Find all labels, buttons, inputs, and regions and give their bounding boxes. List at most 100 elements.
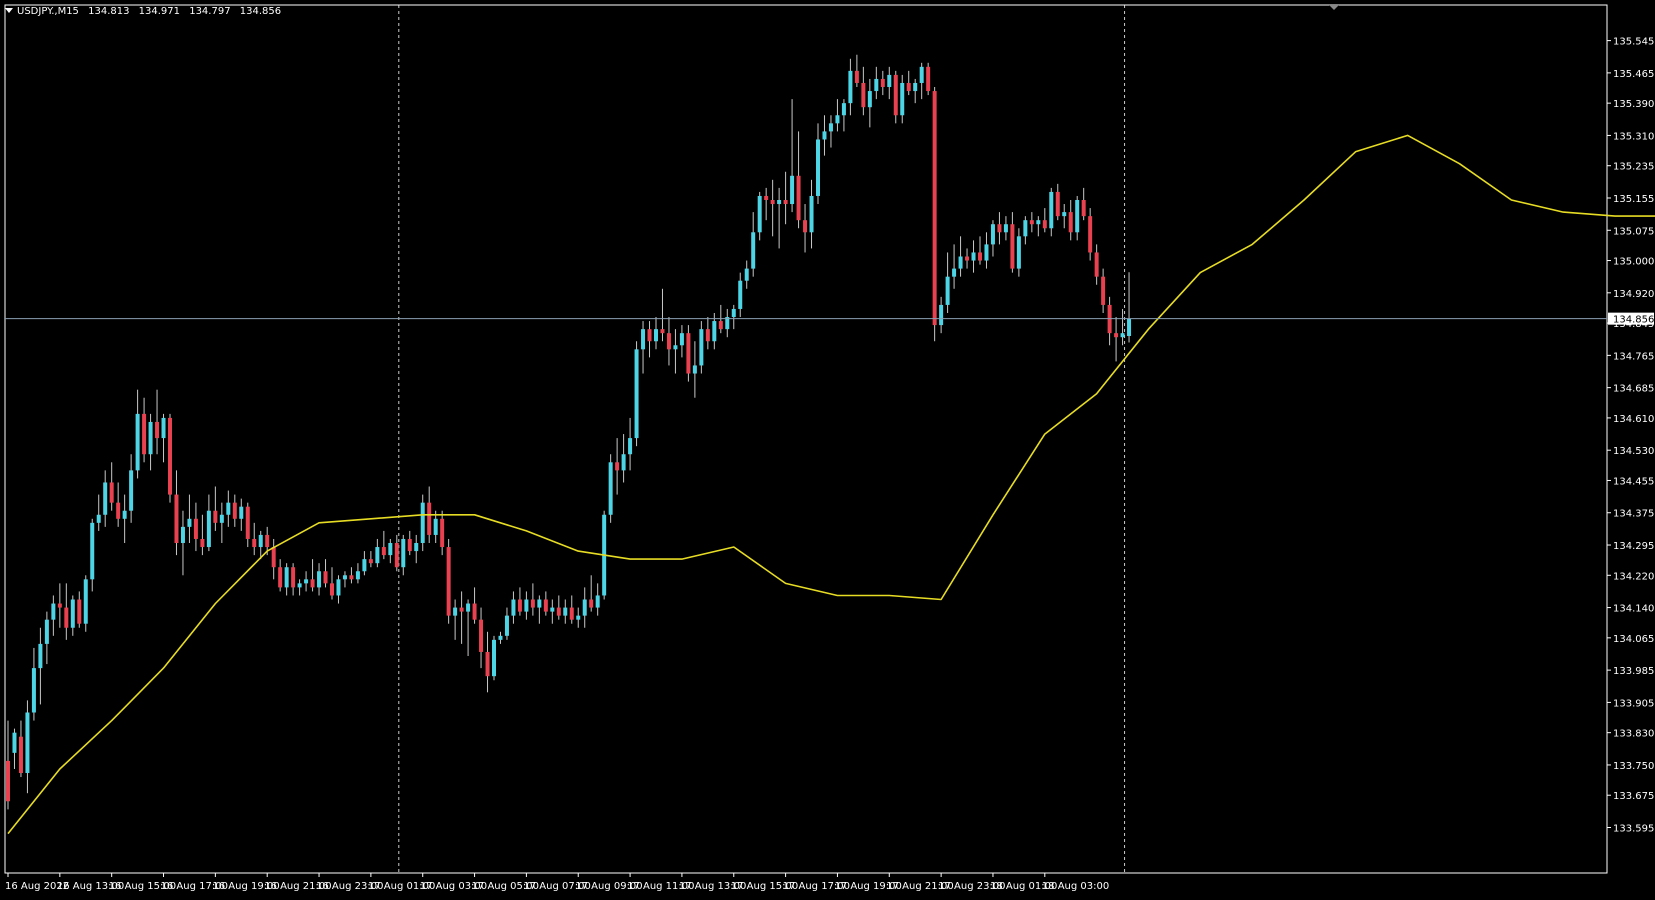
candle-body bbox=[64, 607, 69, 628]
candle-body bbox=[187, 518, 192, 527]
price-tick-label: 135.465 bbox=[1613, 69, 1654, 80]
candle-body bbox=[790, 175, 795, 205]
price-tick-label: 134.295 bbox=[1613, 541, 1654, 552]
candle-body bbox=[148, 421, 153, 455]
candle-body bbox=[427, 502, 432, 535]
candle-body bbox=[939, 304, 944, 326]
candle-body bbox=[641, 329, 646, 350]
candle-body bbox=[1023, 220, 1028, 237]
candle-body bbox=[705, 329, 710, 342]
candle-body bbox=[226, 502, 231, 515]
candle-body bbox=[848, 70, 853, 104]
candle-body bbox=[232, 502, 237, 519]
candle-body bbox=[330, 583, 334, 596]
candle-body bbox=[342, 575, 347, 580]
candle-body bbox=[647, 329, 652, 342]
candle-body bbox=[57, 603, 62, 608]
candle-body bbox=[550, 607, 555, 612]
candle-body bbox=[1010, 224, 1015, 269]
candle-body bbox=[511, 599, 516, 616]
candle-body bbox=[459, 607, 464, 612]
high-price: 134.971 bbox=[138, 6, 181, 17]
candle-body bbox=[563, 607, 568, 616]
candle-body bbox=[731, 308, 736, 318]
candle-body bbox=[25, 712, 30, 774]
price-tick-label: 134.685 bbox=[1613, 384, 1654, 395]
candle-body bbox=[1094, 252, 1099, 277]
price-tick-label: 134.765 bbox=[1613, 351, 1654, 362]
candle-body bbox=[952, 268, 957, 277]
candle-body bbox=[932, 91, 937, 326]
collapse-arrow-icon[interactable] bbox=[5, 8, 13, 13]
candle-body bbox=[213, 510, 218, 523]
candle-body bbox=[1029, 220, 1034, 225]
candle-body bbox=[556, 607, 561, 616]
candle-body bbox=[258, 534, 263, 548]
chart-shift-marker[interactable] bbox=[1329, 5, 1339, 10]
candle-body bbox=[744, 268, 749, 281]
candle-body bbox=[543, 599, 548, 612]
candle-body bbox=[854, 70, 859, 83]
candle-body bbox=[634, 349, 639, 439]
candle-body bbox=[990, 224, 995, 245]
candle-body bbox=[841, 103, 846, 116]
candle-body bbox=[777, 200, 782, 205]
candle-body bbox=[174, 494, 179, 544]
candle-body bbox=[1042, 220, 1047, 229]
chart-window[interactable]: 135.545 135.465 135.390 135.310 135.235 135.1… bbox=[0, 0, 1655, 900]
candle-body bbox=[589, 599, 594, 608]
candle-body bbox=[679, 333, 684, 346]
time-tick-label: 18 Aug 03:00 bbox=[1042, 881, 1109, 892]
candle-body bbox=[1101, 276, 1106, 305]
candle-body bbox=[1088, 216, 1093, 253]
candle-body bbox=[446, 547, 451, 616]
candle-body bbox=[712, 321, 717, 342]
candle-body bbox=[433, 518, 438, 535]
price-tick-label: 134.220 bbox=[1613, 571, 1654, 582]
candle-body bbox=[317, 571, 322, 588]
candle-body bbox=[155, 421, 160, 439]
candle-body bbox=[1016, 236, 1021, 269]
candle-body bbox=[958, 256, 963, 269]
candle-body bbox=[595, 595, 600, 608]
candle-body bbox=[1055, 191, 1060, 217]
price-tick-label: 133.905 bbox=[1613, 698, 1654, 709]
candle-body bbox=[161, 417, 166, 439]
price-tick-label: 135.545 bbox=[1613, 37, 1654, 48]
candle-body bbox=[965, 256, 970, 261]
candle-body bbox=[1036, 220, 1041, 225]
candle-body bbox=[466, 603, 471, 612]
price-tick-label: 134.530 bbox=[1613, 446, 1654, 457]
plot-frame bbox=[4, 4, 1608, 874]
candle-body bbox=[12, 732, 17, 753]
candle-body bbox=[803, 220, 808, 233]
price-tick-label: 134.610 bbox=[1613, 414, 1654, 425]
candle-body bbox=[388, 543, 393, 556]
candle-body bbox=[757, 195, 762, 233]
candle-body bbox=[472, 603, 477, 620]
price-chart[interactable]: 135.545 135.465 135.390 135.310 135.235 135.1… bbox=[0, 0, 1655, 900]
candle-body bbox=[239, 506, 244, 519]
candle-body bbox=[666, 333, 671, 350]
candle-body bbox=[355, 571, 360, 580]
candle-body bbox=[381, 547, 386, 556]
candle-body bbox=[265, 534, 270, 548]
candle-body bbox=[530, 599, 535, 608]
candle-body bbox=[375, 547, 380, 564]
candle-body bbox=[796, 175, 801, 221]
candle-body bbox=[291, 567, 296, 588]
candle-body bbox=[142, 413, 147, 455]
candle-body bbox=[628, 438, 633, 455]
candle-body bbox=[893, 74, 898, 116]
price-tick-label: 134.065 bbox=[1613, 634, 1654, 645]
candle-body bbox=[816, 139, 820, 196]
candle-body bbox=[96, 514, 101, 523]
candle-body bbox=[880, 78, 885, 88]
price-tick-label: 135.390 bbox=[1613, 99, 1654, 110]
candle-body bbox=[336, 579, 341, 596]
candle-body bbox=[245, 506, 250, 539]
candle-body bbox=[6, 760, 10, 802]
candle-body bbox=[615, 462, 620, 471]
candle-body bbox=[271, 547, 276, 568]
price-tick-label: 134.140 bbox=[1613, 604, 1654, 615]
